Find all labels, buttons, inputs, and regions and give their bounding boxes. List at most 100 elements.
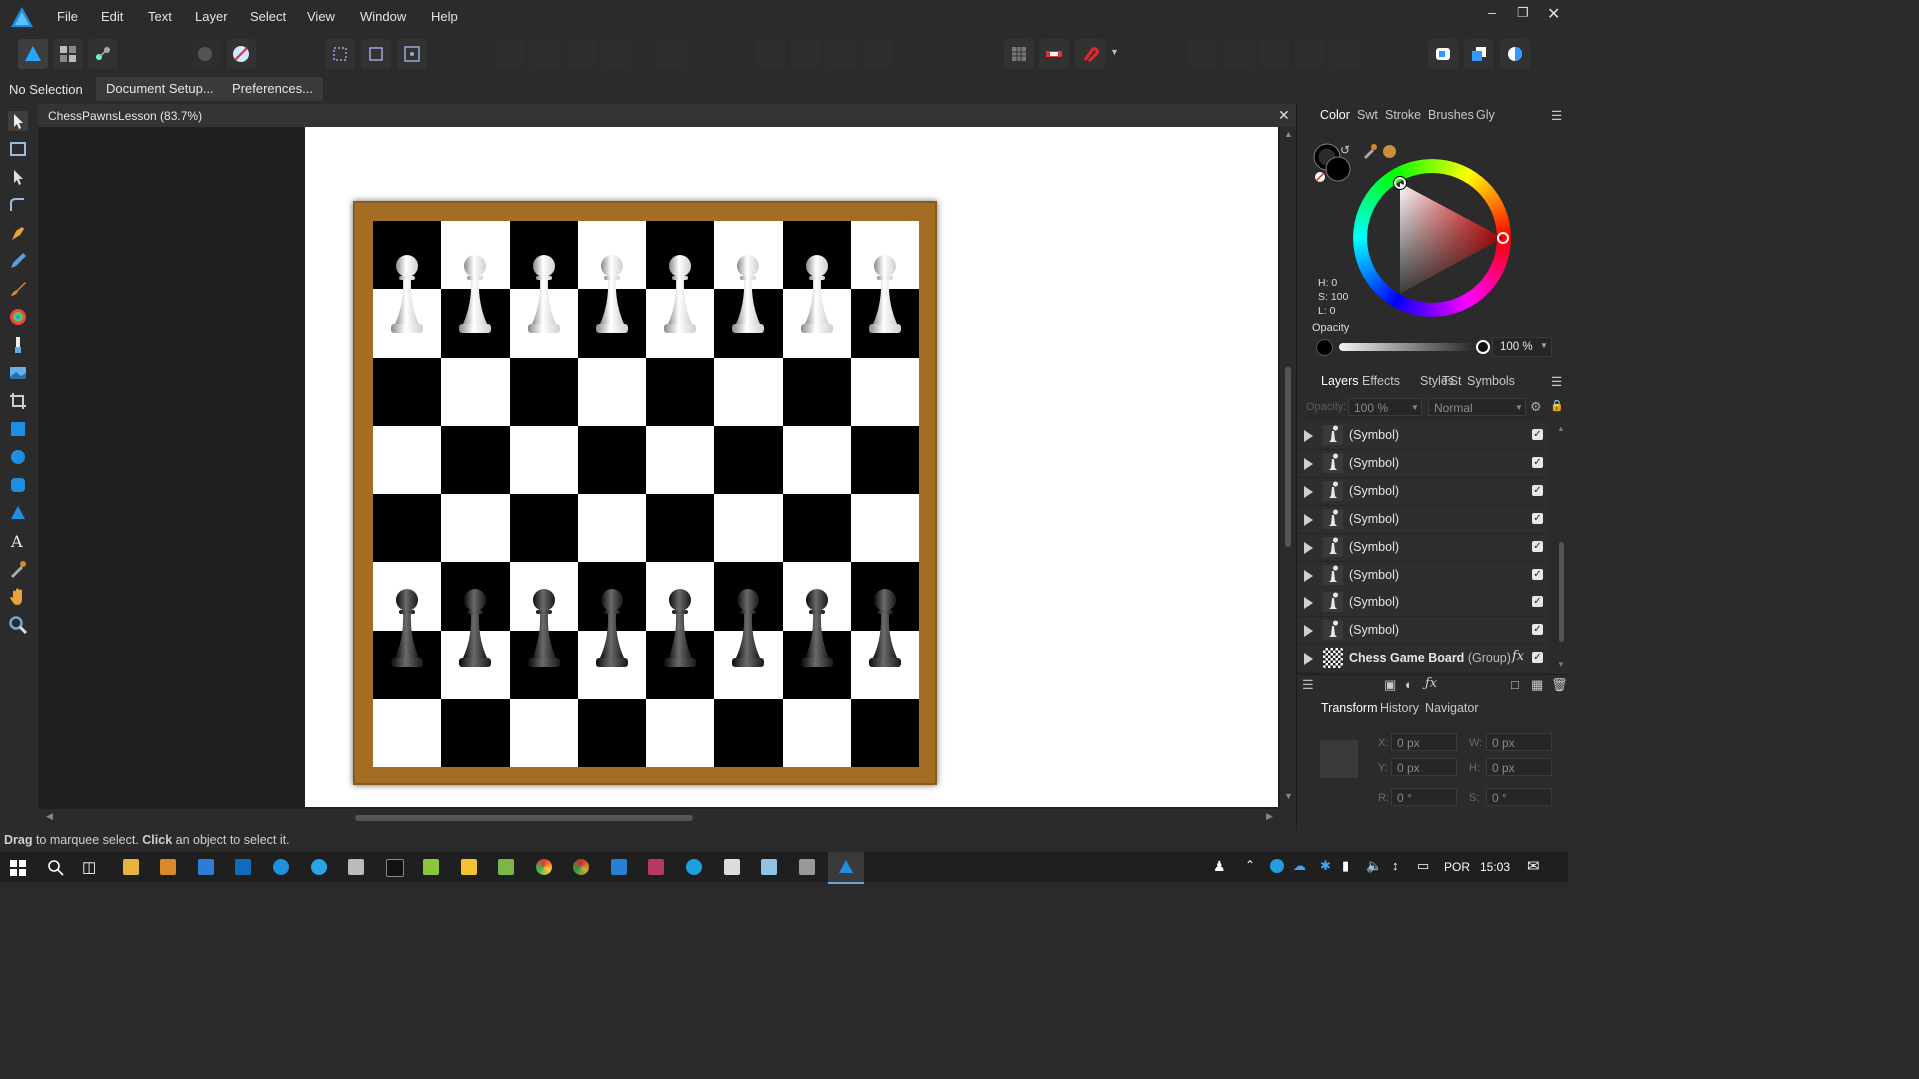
todo-icon[interactable] — [611, 859, 627, 875]
menu-view[interactable]: View — [307, 9, 335, 24]
preferences-button[interactable]: Preferences... — [222, 77, 323, 101]
white-pawn[interactable] — [522, 254, 566, 340]
artboard-tool-icon[interactable] — [8, 139, 28, 159]
arrange-front-button[interactable] — [601, 39, 631, 69]
expand-triangle-icon[interactable] — [1304, 513, 1313, 526]
white-pawn[interactable] — [795, 254, 839, 340]
expand-triangle-icon[interactable] — [1304, 430, 1313, 442]
menu-window[interactable]: Window — [360, 9, 406, 24]
language-indicator[interactable]: POR — [1444, 860, 1470, 874]
add-pixel-layer-icon[interactable]: ▦ — [1531, 677, 1543, 693]
search-icon[interactable] — [47, 859, 65, 877]
layer-row-symbol[interactable]: (Symbol) ✓ — [1298, 589, 1548, 618]
affinity-designer-logo-icon[interactable] — [10, 6, 34, 28]
insert-front-button[interactable] — [1500, 39, 1530, 69]
tab-transform[interactable]: Transform — [1321, 701, 1378, 715]
chevron-up-icon[interactable]: ⌃ — [1245, 858, 1255, 872]
rounded-rectangle-tool-icon[interactable] — [8, 475, 28, 495]
force-pixel-button[interactable] — [226, 39, 256, 69]
black-pawn[interactable] — [863, 588, 907, 674]
fill-tool-icon[interactable] — [8, 307, 28, 327]
layer-row-symbol[interactable]: (Symbol) ✓ — [1298, 617, 1548, 646]
visibility-checkbox[interactable]: ✓ — [1532, 456, 1543, 468]
white-pawn[interactable] — [453, 254, 497, 340]
outlook-icon[interactable] — [235, 859, 251, 875]
add-layer-icon[interactable]: □ — [1511, 677, 1519, 692]
arrange-forward-button[interactable] — [566, 39, 596, 69]
flip-vertical-button[interactable] — [790, 39, 820, 69]
sticky-notes-icon[interactable] — [461, 859, 477, 875]
black-pawn[interactable] — [385, 588, 429, 674]
document-tab[interactable]: ChessPawnsLesson (83.7%) ✕ — [38, 104, 1296, 127]
menu-help[interactable]: Help — [431, 9, 458, 24]
menu-file[interactable]: File — [57, 9, 78, 24]
spreadsheet-icon[interactable] — [498, 859, 514, 875]
triangle-tool-icon[interactable] — [8, 503, 28, 523]
rotate-right-button[interactable] — [862, 39, 892, 69]
pixel-persona-button[interactable] — [53, 39, 83, 69]
expand-triangle-icon[interactable] — [1304, 485, 1313, 498]
menu-text[interactable]: Text — [148, 9, 172, 24]
display-icon[interactable]: ▭ — [1417, 858, 1429, 874]
menu-select[interactable]: Select — [250, 9, 286, 24]
visibility-checkbox[interactable]: ✓ — [1532, 596, 1543, 608]
expand-triangle-icon[interactable] — [1304, 541, 1313, 554]
place-image-tool-icon[interactable] — [8, 363, 28, 383]
designer-persona-button[interactable] — [18, 39, 48, 69]
shear-field[interactable]: 0 ° — [1486, 788, 1552, 806]
opacity-slider-handle[interactable] — [1476, 340, 1490, 354]
rotate-left-button[interactable] — [826, 39, 856, 69]
layer-row-symbol[interactable]: (Symbol) ✓ — [1298, 533, 1548, 562]
transparency-tool-icon[interactable] — [8, 335, 28, 355]
black-pawn[interactable] — [522, 588, 566, 674]
selection-box-button[interactable] — [361, 39, 391, 69]
clock[interactable]: 15:03 — [1480, 860, 1510, 874]
mail-icon[interactable] — [724, 859, 740, 875]
lambda-icon[interactable] — [423, 859, 439, 875]
skype-tray-icon[interactable] — [1270, 859, 1284, 873]
corner-tool-icon[interactable] — [8, 195, 28, 215]
rectangle-tool-icon[interactable] — [8, 419, 28, 439]
align-button[interactable] — [656, 39, 686, 69]
chrome-icon[interactable] — [536, 859, 552, 875]
node-tool-icon[interactable] — [8, 167, 28, 187]
layers-scroll-thumb[interactable] — [1559, 542, 1564, 642]
onedrive-icon[interactable]: ☁ — [1293, 858, 1306, 874]
transform-origin-button[interactable] — [397, 39, 427, 69]
visibility-checkbox[interactable]: ✓ — [1532, 568, 1543, 580]
app-icon[interactable] — [160, 859, 176, 875]
windows-start-icon[interactable] — [10, 860, 26, 876]
text-tool-icon[interactable]: A — [8, 531, 28, 551]
scroll-up-icon[interactable]: ▲ — [1284, 129, 1293, 139]
visibility-checkbox[interactable]: ✓ — [1532, 624, 1543, 636]
expand-triangle-icon[interactable] — [1304, 625, 1313, 638]
boolean-divide-button[interactable] — [1330, 39, 1360, 69]
scroll-left-icon[interactable]: ◀ — [46, 811, 53, 822]
pencil-tool-icon[interactable] — [8, 251, 28, 271]
vertical-scrollbar[interactable]: ▲ ▼ — [1280, 127, 1296, 809]
mask-icon[interactable]: ▣ — [1384, 677, 1396, 693]
snap-toggle-button[interactable] — [1039, 39, 1069, 69]
x-field[interactable]: 0 px — [1391, 733, 1457, 751]
expand-triangle-icon[interactable] — [1304, 569, 1313, 582]
tab-text-styles[interactable]: TSt — [1442, 374, 1461, 388]
navigator-toggle-button[interactable] — [190, 39, 220, 69]
boolean-add-button[interactable] — [1188, 39, 1218, 69]
insert-inside-button[interactable] — [1428, 39, 1458, 69]
volume-icon[interactable]: 🔈 — [1366, 858, 1382, 874]
tab-history[interactable]: History — [1380, 701, 1419, 715]
panel-menu-icon[interactable]: ☰ — [1551, 374, 1562, 389]
anchor-selector[interactable] — [1320, 740, 1358, 778]
menu-layer[interactable]: Layer — [195, 9, 228, 24]
horizontal-scroll-thumb[interactable] — [355, 815, 693, 821]
ellipse-tool-icon[interactable] — [8, 447, 28, 467]
file-explorer-icon[interactable] — [123, 859, 139, 875]
color-picker-tool-icon[interactable] — [8, 559, 28, 579]
scroll-down-icon[interactable]: ▼ — [1284, 791, 1293, 801]
snapping-magnet-button[interactable] — [1075, 39, 1105, 69]
boolean-intersect-button[interactable] — [1259, 39, 1289, 69]
layers-scrollbar[interactable]: ▲ ▼ — [1556, 424, 1568, 672]
notifications-icon[interactable]: ✉ — [1527, 857, 1540, 875]
speaker-app-icon[interactable] — [799, 859, 815, 875]
onenote-icon[interactable] — [648, 859, 664, 875]
